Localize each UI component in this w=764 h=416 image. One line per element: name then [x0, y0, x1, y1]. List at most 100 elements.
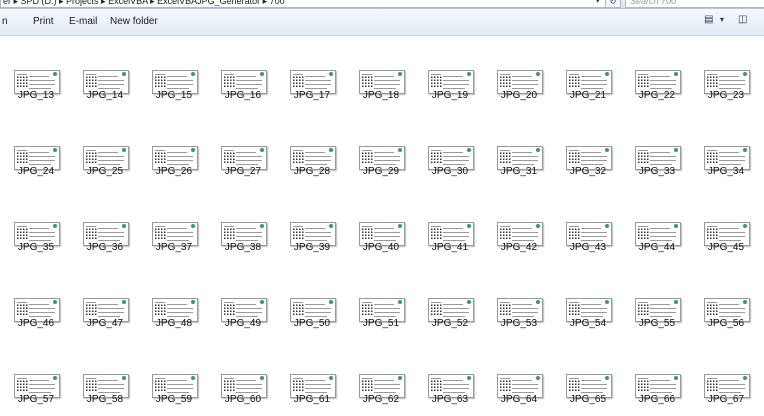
file-name: JPG_60 [224, 394, 262, 405]
new-folder-button[interactable]: New folder [110, 9, 158, 35]
file-item[interactable]: JPG_17 [286, 50, 338, 101]
file-item[interactable]: JPG_16 [217, 50, 269, 101]
file-item[interactable]: JPG_49 [217, 278, 269, 329]
address-bar: er ▸ SPD (D:) ▸ Projects ▸ ExcelVBA ▸ Ex… [0, 0, 764, 9]
print-button[interactable]: Print [33, 9, 54, 35]
file-name: JPG_20 [500, 90, 538, 101]
file-item[interactable]: JPG_40 [355, 202, 407, 253]
file-item[interactable]: JPG_37 [148, 202, 200, 253]
file-item[interactable]: JPG_22 [631, 50, 683, 101]
file-item[interactable]: JPG_20 [493, 50, 545, 101]
file-name: JPG_27 [224, 166, 262, 177]
file-name: JPG_67 [707, 394, 745, 405]
file-item[interactable]: JPG_24 [10, 126, 62, 177]
file-name: JPG_38 [224, 242, 262, 253]
file-item[interactable]: JPG_60 [217, 354, 269, 405]
file-item[interactable]: JPG_38 [217, 202, 269, 253]
file-item[interactable]: JPG_58 [79, 354, 131, 405]
file-item[interactable]: JPG_53 [493, 278, 545, 329]
file-item[interactable]: JPG_42 [493, 202, 545, 253]
toolbar-button-partial[interactable]: n [2, 9, 8, 35]
file-name: JPG_43 [569, 242, 607, 253]
file-name: JPG_64 [500, 394, 538, 405]
file-name: JPG_33 [638, 166, 676, 177]
file-name: JPG_16 [224, 90, 262, 101]
file-item[interactable]: JPG_30 [424, 126, 476, 177]
file-item[interactable]: JPG_46 [10, 278, 62, 329]
file-name: JPG_34 [707, 166, 745, 177]
search-input[interactable]: Search 700 [625, 0, 764, 8]
file-item[interactable]: JPG_25 [79, 126, 131, 177]
file-item[interactable]: JPG_57 [10, 354, 62, 405]
file-item[interactable]: JPG_66 [631, 354, 683, 405]
file-item[interactable]: JPG_64 [493, 354, 545, 405]
file-item[interactable]: JPG_26 [148, 126, 200, 177]
view-options-chevron-icon[interactable]: ▾ [720, 15, 724, 31]
file-item[interactable]: JPG_54 [562, 278, 614, 329]
file-name: JPG_42 [500, 242, 538, 253]
file-name: JPG_58 [86, 394, 124, 405]
file-item[interactable]: JPG_31 [493, 126, 545, 177]
file-item[interactable]: JPG_55 [631, 278, 683, 329]
file-name: JPG_44 [638, 242, 676, 253]
file-name: JPG_31 [500, 166, 538, 177]
file-name: JPG_24 [17, 166, 55, 177]
file-item[interactable]: JPG_62 [355, 354, 407, 405]
file-item[interactable]: JPG_41 [424, 202, 476, 253]
file-item[interactable]: JPG_21 [562, 50, 614, 101]
file-item[interactable]: JPG_48 [148, 278, 200, 329]
file-item[interactable]: JPG_14 [79, 50, 131, 101]
file-name: JPG_18 [362, 90, 400, 101]
preview-pane-icon[interactable]: ◫ [738, 14, 747, 30]
file-item[interactable]: JPG_63 [424, 354, 476, 405]
file-item[interactable]: JPG_32 [562, 126, 614, 177]
file-item[interactable]: JPG_67 [700, 354, 752, 405]
file-item[interactable]: JPG_44 [631, 202, 683, 253]
file-item[interactable]: JPG_23 [700, 50, 752, 101]
file-name: JPG_54 [569, 318, 607, 329]
file-item[interactable]: JPG_52 [424, 278, 476, 329]
file-name: JPG_45 [707, 242, 745, 253]
file-name: JPG_22 [638, 90, 676, 101]
change-view-icon[interactable]: ▤ [704, 14, 713, 30]
file-name: JPG_56 [707, 318, 745, 329]
file-name: JPG_32 [569, 166, 607, 177]
file-name: JPG_17 [293, 90, 331, 101]
file-name: JPG_36 [86, 242, 124, 253]
file-item[interactable]: JPG_28 [286, 126, 338, 177]
file-item[interactable]: JPG_33 [631, 126, 683, 177]
file-name: JPG_66 [638, 394, 676, 405]
file-item[interactable]: JPG_50 [286, 278, 338, 329]
file-item[interactable]: JPG_47 [79, 278, 131, 329]
file-name: JPG_40 [362, 242, 400, 253]
refresh-icon[interactable]: ↻ [605, 0, 621, 8]
file-name: JPG_57 [17, 394, 55, 405]
file-item[interactable]: JPG_65 [562, 354, 614, 405]
file-name: JPG_51 [362, 318, 400, 329]
file-list: JPG_13 JPG_14 JPG_15 JPG_16 JPG_17 JPG_18 JPG_… [0, 36, 764, 416]
chevron-down-icon[interactable]: ▾ [596, 0, 604, 7]
file-item[interactable]: JPG_15 [148, 50, 200, 101]
file-name: JPG_23 [707, 90, 745, 101]
file-name: JPG_53 [500, 318, 538, 329]
file-item[interactable]: JPG_13 [10, 50, 62, 101]
file-name: JPG_28 [293, 166, 331, 177]
file-item[interactable]: JPG_59 [148, 354, 200, 405]
file-item[interactable]: JPG_56 [700, 278, 752, 329]
file-name: JPG_47 [86, 318, 124, 329]
email-button[interactable]: E-mail [69, 9, 97, 35]
file-item[interactable]: JPG_27 [217, 126, 269, 177]
file-item[interactable]: JPG_45 [700, 202, 752, 253]
file-item[interactable]: JPG_39 [286, 202, 338, 253]
file-item[interactable]: JPG_19 [424, 50, 476, 101]
file-name: JPG_59 [155, 394, 193, 405]
address-path[interactable]: er ▸ SPD (D:) ▸ Projects ▸ ExcelVBA ▸ Ex… [0, 0, 606, 8]
file-item[interactable]: JPG_18 [355, 50, 407, 101]
file-item[interactable]: JPG_35 [10, 202, 62, 253]
file-item[interactable]: JPG_51 [355, 278, 407, 329]
file-item[interactable]: JPG_29 [355, 126, 407, 177]
file-item[interactable]: JPG_36 [79, 202, 131, 253]
file-item[interactable]: JPG_61 [286, 354, 338, 405]
file-item[interactable]: JPG_34 [700, 126, 752, 177]
file-item[interactable]: JPG_43 [562, 202, 614, 253]
